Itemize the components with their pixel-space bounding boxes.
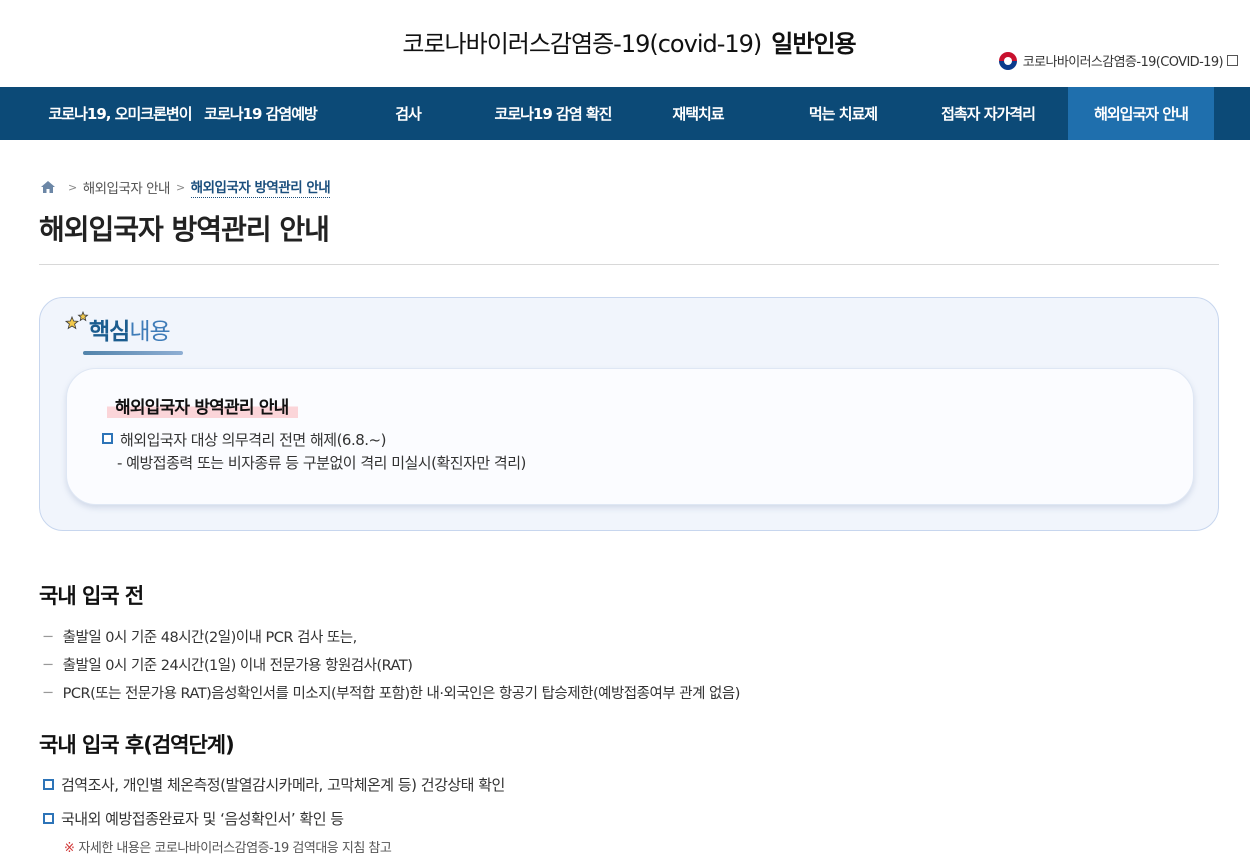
external-link-icon bbox=[1227, 55, 1238, 66]
breadcrumb-item-current[interactable]: 해외입국자 방역관리 안내 bbox=[190, 176, 331, 198]
site-title-main: 코로나바이러스감염증-19(covid-19) bbox=[402, 30, 762, 58]
list-item-text: 검역조사, 개인별 체온측정(발열감시카메라, 고막체온계 등) 건강상태 확인 bbox=[61, 776, 505, 794]
list-item: − 출발일 0시 기준 48시간(2일)이내 PCR 검사 또는, bbox=[42, 626, 357, 647]
square-bullet-icon bbox=[43, 813, 54, 824]
ministry-link[interactable]: 코로나바이러스감염증-19(COVID-19) bbox=[998, 51, 1238, 70]
key-label-underline bbox=[83, 351, 183, 355]
site-header: 코로나바이러스감염증-19(covid-19) 일반인용 코로나바이러스감염증-1… bbox=[0, 0, 1250, 87]
note-text: 자세한 내용은 코로나바이러스감염증-19 검역대응 지침 참고 bbox=[78, 841, 392, 856]
ministry-label: 코로나바이러스감염증-19(COVID-19) bbox=[1022, 55, 1224, 70]
list-item-text: 국내외 예방접종완료자 및 ‘음성확인서’ 확인 등 bbox=[61, 810, 344, 828]
square-bullet-icon bbox=[102, 433, 113, 444]
key-card-item-text: 해외입국자 대상 의무격리 전면 해제(6.8.~) bbox=[120, 431, 386, 449]
dash-bullet-icon: − bbox=[42, 628, 54, 645]
note-mark: ※ bbox=[64, 841, 75, 856]
chevron-right-icon: > bbox=[68, 180, 77, 194]
page-title: 해외입국자 방역관리 안내 bbox=[39, 213, 330, 246]
chevron-right-icon: > bbox=[175, 180, 185, 194]
list-item-text: 출발일 0시 기준 24시간(1일) 이내 전문가용 항원검사(RAT) bbox=[62, 658, 413, 674]
dash-bullet-icon: − bbox=[42, 656, 54, 673]
nav-item-oral-medicine[interactable]: 먹는 치료제 bbox=[778, 87, 908, 140]
key-label-bold: 핵심 bbox=[89, 319, 130, 345]
nav-item-testing[interactable]: 검사 bbox=[328, 87, 488, 140]
reference-note: ※ 자세한 내용은 코로나바이러스감염증-19 검역대응 지침 참고 bbox=[64, 837, 392, 856]
breadcrumb: > 해외입국자 안내 > 해외입국자 방역관리 안내 bbox=[40, 176, 331, 198]
key-card-subitem: - 예방접종력 또는 비자종류 등 구분없이 격리 미실시(확진자만 격리) bbox=[117, 454, 526, 472]
list-item: − PCR(또는 전문가용 RAT)음성확인서를 미소지(부적합 포함)한 내·외… bbox=[42, 682, 740, 703]
stars-icon bbox=[64, 311, 89, 330]
key-content-label: 핵심내용 bbox=[89, 312, 171, 346]
list-item: 검역조사, 개인별 체온측정(발열감시카메라, 고막체온계 등) 건강상태 확인 bbox=[43, 774, 505, 795]
key-card-title: 해외입국자 방역관리 안내 bbox=[107, 393, 299, 418]
section-title-before-entry: 국내 입국 전 bbox=[39, 584, 144, 608]
list-item: 국내외 예방접종완료자 및 ‘음성확인서’ 확인 등 bbox=[43, 808, 344, 829]
dash-bullet-icon: − bbox=[42, 684, 54, 701]
key-label-light: 내용 bbox=[129, 319, 170, 345]
nav-item-confirmed[interactable]: 코로나19 감염 확진 bbox=[488, 87, 618, 140]
nav-item-home-treatment[interactable]: 재택치료 bbox=[618, 87, 778, 140]
list-item: − 출발일 0시 기준 24시간(1일) 이내 전문가용 항원검사(RAT) bbox=[42, 654, 413, 675]
list-item-text: PCR(또는 전문가용 RAT)음성확인서를 미소지(부적합 포함)한 내·외국… bbox=[62, 686, 741, 702]
section-title-after-entry: 국내 입국 후(검역단계) bbox=[39, 733, 235, 757]
list-item-text: 출발일 0시 기준 48시간(2일)이내 PCR 검사 또는, bbox=[62, 630, 358, 646]
square-bullet-icon bbox=[43, 779, 54, 790]
home-icon[interactable] bbox=[40, 180, 56, 194]
taegukgi-icon bbox=[998, 51, 1017, 70]
main-navigation: 코로나19, 오미크론변이 코로나19 감염예방 검사 코로나19 감염 확진 … bbox=[0, 87, 1250, 140]
site-title-audience: 일반인용 bbox=[771, 30, 856, 58]
breadcrumb-item-overseas[interactable]: 해외입국자 안내 bbox=[83, 177, 171, 197]
nav-item-overseas-arrivals[interactable]: 해외입국자 안내 bbox=[1068, 87, 1214, 140]
nav-item-omicron[interactable]: 코로나19, 오미크론변이 bbox=[40, 87, 200, 140]
key-content-card: 해외입국자 방역관리 안내 해외입국자 대상 의무격리 전면 해제(6.8.~)… bbox=[66, 368, 1194, 505]
key-card-item: 해외입국자 대상 의무격리 전면 해제(6.8.~) bbox=[102, 429, 386, 450]
title-divider bbox=[39, 264, 1219, 265]
nav-item-self-quarantine[interactable]: 접촉자 자가격리 bbox=[908, 87, 1068, 140]
nav-item-prevention[interactable]: 코로나19 감염예방 bbox=[193, 87, 328, 140]
key-content-box: 핵심내용 해외입국자 방역관리 안내 해외입국자 대상 의무격리 전면 해제(6… bbox=[39, 297, 1219, 531]
